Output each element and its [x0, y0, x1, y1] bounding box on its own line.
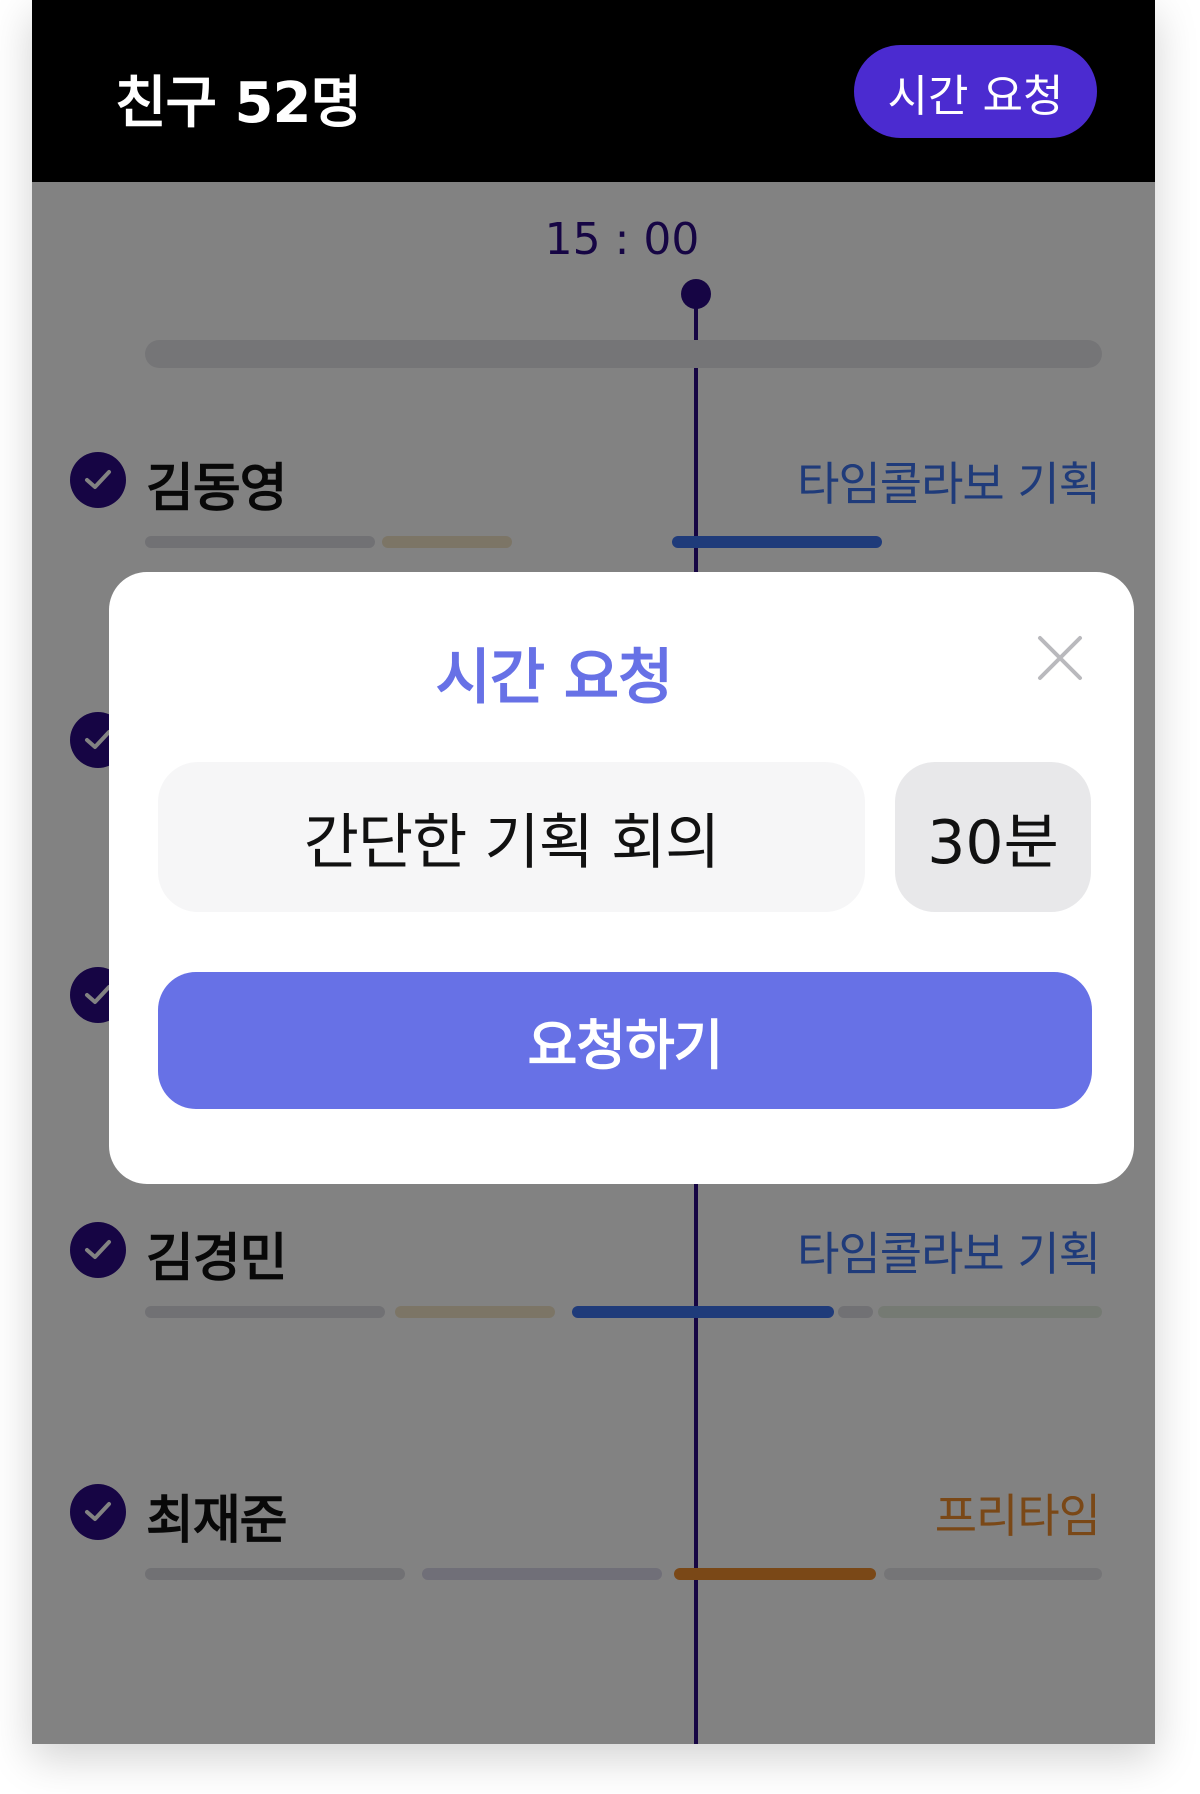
- app-frame: 친구 52명 시간 요청 15 : 00 김동영 타임콜라보 기획 김경민 타임…: [32, 0, 1155, 1744]
- time-request-modal: 시간 요청 간단한 기획 회의 30분 요청하기: [109, 572, 1134, 1184]
- time-request-button[interactable]: 시간 요청: [854, 45, 1097, 138]
- duration-selector[interactable]: 30분: [895, 762, 1091, 912]
- meeting-title-input[interactable]: 간단한 기획 회의: [158, 762, 865, 912]
- modal-title: 시간 요청: [435, 643, 674, 713]
- friends-count-title: 친구 52명: [115, 71, 362, 136]
- close-icon[interactable]: [1034, 632, 1086, 684]
- submit-request-button[interactable]: 요청하기: [158, 972, 1092, 1109]
- header: 친구 52명 시간 요청: [32, 0, 1155, 182]
